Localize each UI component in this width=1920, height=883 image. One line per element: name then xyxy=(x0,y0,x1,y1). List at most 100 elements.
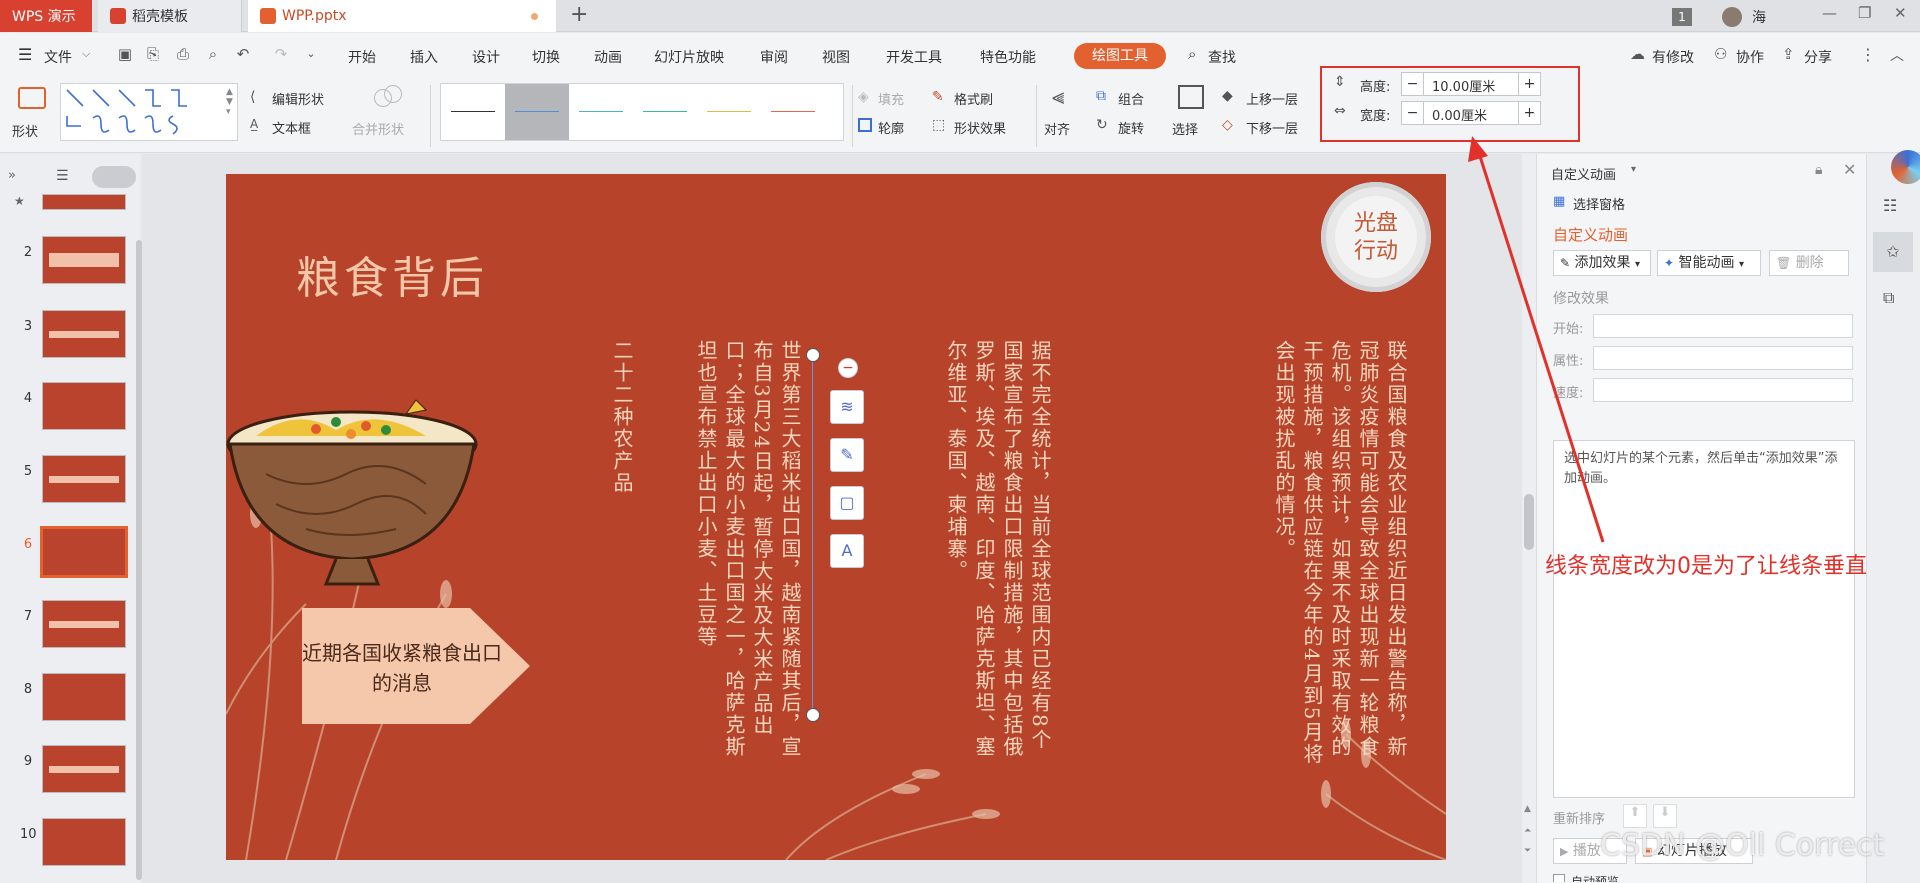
tab-wps-presentation[interactable]: WPS 演示 xyxy=(0,0,92,32)
height-increment-button[interactable]: + xyxy=(1518,73,1540,95)
panel-chevron-icon[interactable]: ▾ xyxy=(1631,164,1636,175)
menu-special[interactable]: 特色功能 xyxy=(980,47,1036,67)
menu-developer[interactable]: 开发工具 xyxy=(886,47,942,67)
bring-forward-button[interactable]: 上移一层 xyxy=(1246,89,1298,108)
menu-slideshow[interactable]: 幻灯片放映 xyxy=(654,47,724,67)
height-decrement-button[interactable]: − xyxy=(1402,73,1424,95)
share-button[interactable]: 分享 xyxy=(1804,47,1832,67)
line-style-2[interactable] xyxy=(505,84,569,140)
outline-view-icon[interactable]: ☰ xyxy=(56,168,69,184)
shape-effect-button[interactable]: 形状效果 xyxy=(954,118,1006,137)
new-tab-button[interactable]: + xyxy=(570,2,588,27)
undo-icon[interactable]: ↶ xyxy=(234,45,252,63)
outline-square-icon[interactable]: ▢ xyxy=(830,486,864,520)
line-style-3[interactable] xyxy=(569,84,633,140)
pen-icon[interactable]: ✎ xyxy=(830,438,864,472)
slide-thumb-8[interactable] xyxy=(42,673,126,721)
rotate-button[interactable]: 旋转 xyxy=(1118,118,1144,137)
callout-shape[interactable]: 近期各国收紧粮食出口的消息 xyxy=(302,608,532,724)
menu-search[interactable]: 查找 xyxy=(1208,47,1236,67)
shapes-gallery[interactable] xyxy=(60,83,238,141)
close-icon[interactable]: ✕ xyxy=(1894,4,1907,22)
slide-thumb-6[interactable] xyxy=(40,526,128,578)
menu-file[interactable]: 文件 xyxy=(44,47,72,67)
outline-button[interactable]: 轮廓 xyxy=(878,118,904,137)
group-button[interactable]: 组合 xyxy=(1118,89,1144,108)
width-decrement-button[interactable]: − xyxy=(1402,102,1424,124)
chevron-down-icon[interactable]: ⌵ xyxy=(82,47,90,61)
animation-star-icon[interactable]: ✩ xyxy=(1873,232,1913,272)
settings-sliders-icon[interactable]: ☷ xyxy=(1883,196,1897,215)
menu-review[interactable]: 审阅 xyxy=(760,47,788,67)
canvas-scrollbar[interactable]: ▲ ⏶ ⏷ xyxy=(1522,154,1536,883)
line-style-4[interactable] xyxy=(633,84,697,140)
menu-drawing-tools[interactable]: 绘图工具 xyxy=(1074,43,1166,69)
menu-home[interactable]: 开始 xyxy=(348,47,376,67)
line-start-handle[interactable] xyxy=(806,348,820,362)
align-button[interactable]: 对齐 xyxy=(1044,119,1070,138)
save-icon[interactable]: ▣ xyxy=(116,45,134,63)
search-icon[interactable]: ⌕ xyxy=(1188,45,1196,63)
delete-button[interactable]: 🗑︎ 删除 xyxy=(1769,250,1849,276)
move-down-icon[interactable]: ⬇ xyxy=(1653,804,1677,828)
move-up-icon[interactable]: ⬆ xyxy=(1623,804,1647,828)
transition-icon[interactable]: ⧉ xyxy=(1883,288,1894,308)
slide-thumb-7[interactable] xyxy=(42,600,126,648)
slide-title[interactable]: 粮食背后 xyxy=(296,242,488,306)
export-icon[interactable]: ⎘ xyxy=(144,45,162,63)
more-icon[interactable]: ⋮ xyxy=(1860,45,1876,64)
modified-status[interactable]: 有修改 xyxy=(1652,47,1694,67)
autopreview-checkbox[interactable] xyxy=(1553,874,1565,882)
animation-list[interactable]: 选中幻灯片的某个元素，然后单击“添加效果”添加动画。 xyxy=(1553,440,1855,798)
text-column-3[interactable]: 世界第三大稻米出口国，越南紧随其后，宣布自3月24日起，暂停大米及大米产品出口；… xyxy=(692,340,804,770)
slide-thumb-10[interactable] xyxy=(42,818,126,866)
collab-button[interactable]: 协作 xyxy=(1736,47,1764,67)
scroll-up-icon[interactable]: ▲ xyxy=(1524,804,1531,814)
height-input[interactable]: 10.00厘米 xyxy=(1432,76,1495,95)
avatar[interactable] xyxy=(1722,7,1742,27)
customize-chevron-icon[interactable]: ⌄ xyxy=(302,45,320,63)
redo-icon[interactable]: ↷ xyxy=(272,45,290,63)
panel-title[interactable]: 自定义动画 xyxy=(1551,164,1616,183)
slide-thumb-3[interactable] xyxy=(42,310,126,358)
width-input[interactable]: 0.00厘米 xyxy=(1432,105,1487,124)
line-style-6[interactable] xyxy=(761,84,825,140)
height-stepper[interactable]: − 10.00厘米 + xyxy=(1401,72,1541,96)
textbox-button[interactable]: 文本框 xyxy=(272,118,311,137)
selection-pane-link[interactable]: 选择窗格 xyxy=(1573,194,1625,213)
property-select[interactable] xyxy=(1593,346,1853,370)
line-end-handle[interactable] xyxy=(806,708,820,722)
text-column-2[interactable]: 据不完全统计，当前全球范围内已经有8个国家宣布了粮食出口限制措施，其中包括俄罗斯… xyxy=(942,340,1054,770)
speed-select[interactable] xyxy=(1593,378,1853,402)
line-style-1[interactable] xyxy=(441,84,505,140)
slide-thumb-1[interactable] xyxy=(42,194,126,210)
select-button[interactable]: 选择 xyxy=(1172,119,1198,138)
gallery-scroll-icon[interactable]: ▲ ▼ ▾ xyxy=(226,87,233,117)
start-select[interactable] xyxy=(1593,314,1853,338)
slide-thumb-5[interactable] xyxy=(42,455,126,503)
merge-shape-button[interactable]: 合并形状 xyxy=(352,119,404,138)
edit-shape-button[interactable]: 编辑形状 xyxy=(272,89,324,108)
tab-template[interactable]: 稻壳模板 xyxy=(98,0,242,32)
slide-thumb-4[interactable] xyxy=(42,382,126,430)
collapse-ribbon-icon[interactable]: ︿ xyxy=(1890,45,1904,65)
layers-icon[interactable]: ≋ xyxy=(830,390,864,424)
lock-icon[interactable]: 🔒︎ xyxy=(1815,162,1822,178)
slide-thumb-9[interactable] xyxy=(42,745,126,793)
send-backward-button[interactable]: 下移一层 xyxy=(1246,118,1298,137)
add-effect-button[interactable]: ✎ 添加效果 ▾ xyxy=(1553,250,1651,276)
menu-design[interactable]: 设计 xyxy=(472,47,500,67)
smart-animation-button[interactable]: ✦ 智能动画 ▾ xyxy=(1657,250,1761,276)
scroll-thumb[interactable] xyxy=(1524,494,1534,550)
scroll-prev-page-icon[interactable]: ⏶ xyxy=(1524,826,1531,836)
fill-button[interactable]: 填充 xyxy=(878,89,904,108)
badge-seal[interactable]: 光盘 行动 xyxy=(1321,182,1431,292)
print-preview-icon[interactable]: ⌕ xyxy=(204,45,222,63)
text-column-4[interactable]: 二十二种农产品 xyxy=(608,340,636,770)
text-column-1[interactable]: 联合国粮食及农业组织近日发出警告称，新冠肺炎疫情可能会导致全球出现新一轮粮食危机… xyxy=(1270,340,1410,770)
shape-button[interactable]: 形状 xyxy=(12,83,54,143)
print-icon[interactable]: ⎙ xyxy=(174,45,192,63)
collapse-float-icon[interactable]: − xyxy=(838,358,858,378)
line-style-gallery[interactable] xyxy=(440,83,844,141)
hamburger-icon[interactable]: ☰ xyxy=(18,45,32,64)
